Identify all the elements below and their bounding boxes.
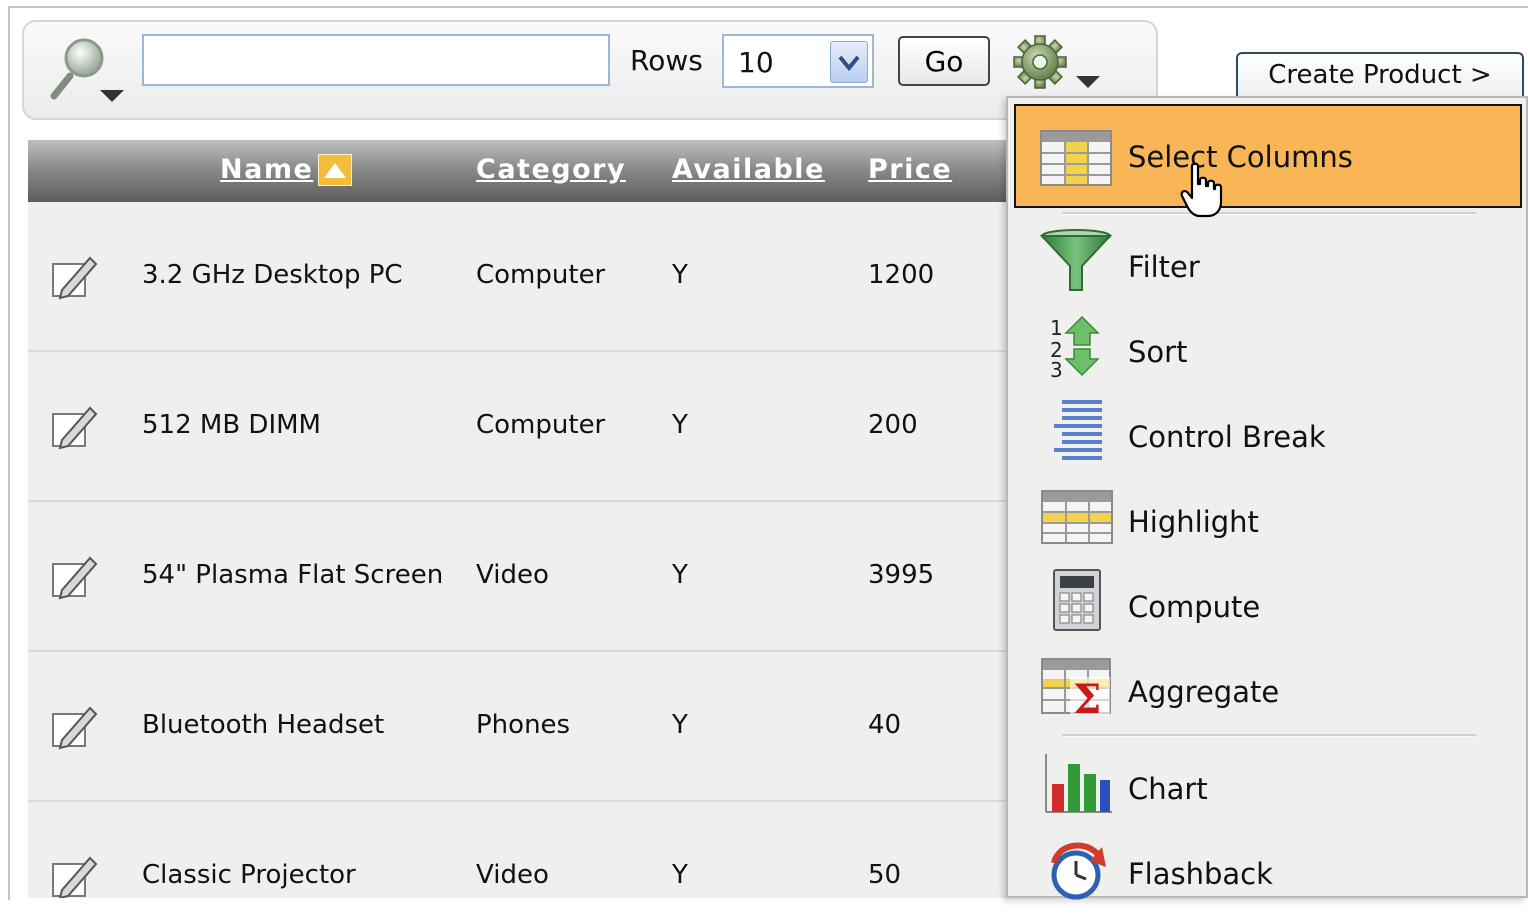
go-button[interactable]: Go: [898, 36, 990, 86]
column-header-price[interactable]: Price: [868, 154, 952, 185]
create-product-button[interactable]: Create Product >: [1236, 52, 1524, 96]
menu-item-label: Highlight: [1128, 505, 1259, 539]
cell-price: 3995: [868, 560, 935, 590]
cell-available: Y: [672, 860, 688, 890]
menu-item-flashback[interactable]: Flashback: [1014, 823, 1522, 913]
search-icon[interactable]: [48, 34, 126, 106]
rows-select-value: 10: [738, 46, 774, 79]
menu-item-label: Flashback: [1128, 857, 1273, 891]
cell-available: Y: [672, 560, 688, 590]
cell-price: 200: [868, 410, 918, 440]
menu-item-chart[interactable]: Chart: [1014, 738, 1522, 828]
cell-category: Phones: [476, 710, 571, 740]
report-table: Name Category Available Price 3.2 GHz De…: [28, 140, 1008, 898]
edit-pencil-icon[interactable]: [50, 402, 100, 450]
cell-price: 1200: [868, 260, 935, 290]
hand-cursor-icon: [1180, 162, 1224, 218]
menu-item-label: Chart: [1128, 772, 1208, 806]
cell-name: 3.2 GHz Desktop PC: [142, 260, 403, 290]
sigma-icon: Σ: [1040, 653, 1116, 723]
calculator-icon: [1040, 568, 1116, 634]
cell-name: 54" Plasma Flat Screen: [142, 560, 444, 590]
table-row: 54" Plasma Flat Screen Video Y 3995: [28, 502, 1008, 652]
funnel-icon: [1039, 228, 1116, 294]
menu-item-label: Control Break: [1128, 420, 1326, 454]
table-row: Classic Projector Video Y 50: [28, 802, 1008, 898]
actions-menu: Select Columns Filter 1 2 3 Sort Control…: [1006, 96, 1528, 900]
column-header-category[interactable]: Category: [476, 154, 626, 185]
menu-item-compute[interactable]: Compute: [1014, 556, 1522, 646]
cell-available: Y: [672, 410, 688, 440]
cell-name: 512 MB DIMM: [142, 410, 321, 440]
cell-category: Computer: [476, 260, 606, 290]
control-break-icon: [1040, 398, 1116, 464]
menu-item-aggregate[interactable]: Σ Aggregate: [1014, 641, 1522, 731]
cell-category: Video: [476, 560, 549, 590]
table-header: Name Category Available Price: [28, 140, 1008, 202]
table-row: 3.2 GHz Desktop PC Computer Y 1200: [28, 202, 1008, 352]
edit-pencil-icon[interactable]: [50, 852, 100, 898]
menu-item-control-break[interactable]: Control Break: [1014, 386, 1522, 476]
svg-text:3: 3: [1050, 358, 1063, 379]
cell-available: Y: [672, 260, 688, 290]
cell-available: Y: [672, 710, 688, 740]
menu-item-select-columns[interactable]: Select Columns: [1014, 104, 1522, 208]
search-input[interactable]: [142, 34, 610, 86]
sort-ascending-icon: [318, 154, 352, 186]
actions-gear-icon[interactable]: [1010, 34, 1106, 94]
column-header-name[interactable]: Name: [220, 154, 313, 185]
bar-chart-icon: [1040, 750, 1116, 816]
cell-name: Classic Projector: [142, 860, 356, 890]
svg-text:Σ: Σ: [1073, 676, 1101, 719]
cell-name: Bluetooth Headset: [142, 710, 385, 740]
svg-text:1: 1: [1050, 316, 1063, 340]
edit-pencil-icon[interactable]: [50, 702, 100, 750]
menu-item-label: Compute: [1128, 590, 1261, 624]
highlight-icon: [1040, 483, 1116, 549]
menu-separator: [1062, 212, 1476, 215]
menu-item-label: Aggregate: [1128, 675, 1280, 709]
menu-item-filter[interactable]: Filter: [1014, 216, 1522, 306]
menu-item-sort[interactable]: 1 2 3 Sort: [1014, 301, 1522, 391]
rows-per-page-select[interactable]: 10: [722, 34, 874, 88]
edit-pencil-icon[interactable]: [50, 252, 100, 300]
cell-price: 50: [868, 860, 902, 890]
select-columns-icon: [1040, 130, 1116, 196]
menu-item-label: Sort: [1128, 335, 1188, 369]
rows-label: Rows: [630, 44, 703, 77]
menu-item-label: Select Columns: [1128, 140, 1353, 174]
menu-item-label: Filter: [1128, 250, 1200, 284]
clock-arrow-icon: [1040, 835, 1116, 901]
edit-pencil-icon[interactable]: [50, 552, 100, 600]
sort-icon: 1 2 3: [1040, 313, 1116, 382]
cell-price: 40: [868, 710, 902, 740]
table-row: Bluetooth Headset Phones Y 40: [28, 652, 1008, 802]
cell-category: Computer: [476, 410, 606, 440]
table-row: 512 MB DIMM Computer Y 200: [28, 352, 1008, 502]
chevron-down-icon[interactable]: [830, 41, 868, 83]
menu-item-highlight[interactable]: Highlight: [1014, 471, 1522, 561]
menu-separator: [1062, 734, 1476, 737]
column-header-available[interactable]: Available: [672, 154, 825, 185]
cell-category: Video: [476, 860, 549, 890]
